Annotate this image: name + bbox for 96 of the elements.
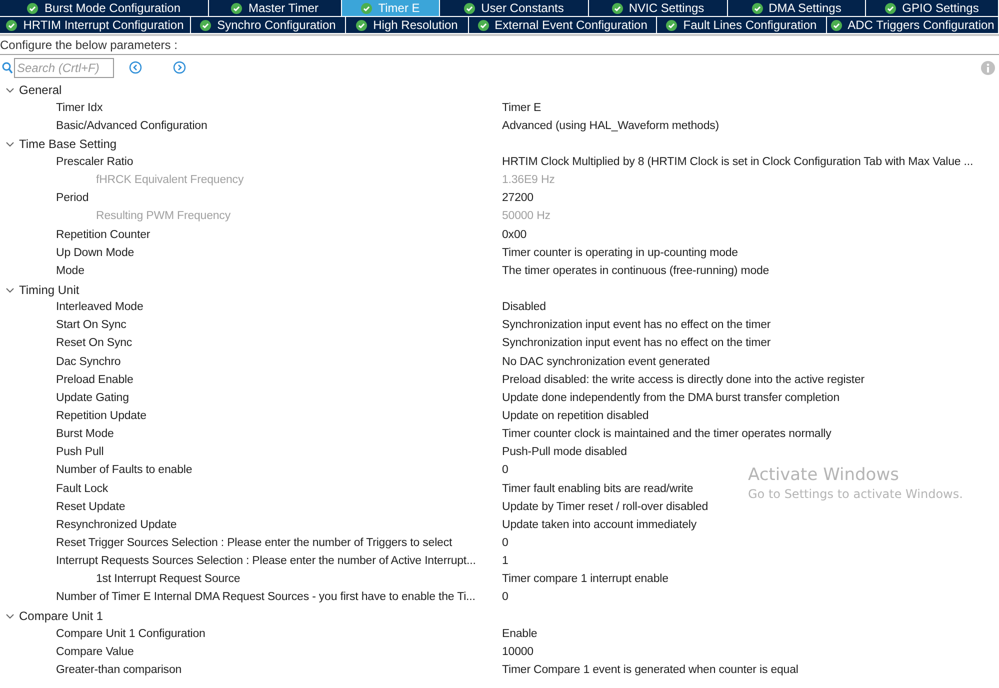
parameter-value[interactable]: 10000: [502, 644, 534, 662]
group-label: Compare Unit 1: [19, 608, 104, 626]
check-icon: [464, 2, 476, 14]
tab[interactable]: Master Timer: [209, 0, 342, 16]
activation-text: Go to Settings to activate Windows.: [748, 488, 963, 500]
parameter-label: Burst Mode: [56, 428, 114, 440]
parameter-value[interactable]: Update taken into account immediately: [502, 516, 696, 534]
parameter-label: Interrupt Requests Sources Selection : Please enter the number of Active Interrupt...: [56, 555, 476, 568]
parameter-value[interactable]: 1: [502, 553, 508, 570]
parameter-value[interactable]: Timer counter is operating in up-counting mode: [502, 244, 738, 262]
tab[interactable]: Synchro Configuration: [191, 17, 346, 33]
parameter-value[interactable]: No DAC synchronization event generated: [502, 354, 710, 371]
tab[interactable]: Burst Mode Configuration: [0, 0, 209, 16]
parameter-value[interactable]: Timer fault enabling bits are read/write: [502, 480, 694, 498]
parameter-label: Dac Synchro: [56, 356, 121, 368]
parameter-label: Basic/Advanced Configuration: [56, 120, 208, 132]
parameter-label: Greater-than comparison: [56, 664, 182, 676]
parameter-value[interactable]: Update done independently from the DMA burst transfer completion: [502, 390, 840, 408]
group-label: General: [19, 82, 62, 100]
group-label: Timing Unit: [19, 282, 80, 299]
parameter-label: Prescaler Ratio: [56, 156, 134, 168]
parameter-label: Reset Update: [56, 500, 126, 513]
previous-icon[interactable]: [129, 61, 142, 74]
check-icon: [478, 20, 489, 30]
parameter-value[interactable]: Advanced (using HAL_Waveform methods): [502, 118, 720, 135]
check-icon: [666, 20, 678, 30]
parameter-label: Start On Sync: [56, 319, 126, 332]
check-icon: [200, 20, 212, 30]
check-icon: [752, 2, 763, 14]
group-label: Time Base Setting: [19, 136, 117, 154]
check-icon: [361, 2, 372, 14]
parameter-label: Interleaved Mode: [56, 301, 144, 314]
parameter-label: fHRCK Equivalent Frequency: [96, 174, 244, 186]
check-icon: [830, 20, 842, 30]
parameter-value[interactable]: 27200: [502, 190, 534, 208]
search-field[interactable]: Search (Crtl+F): [14, 58, 114, 78]
tab[interactable]: DMA Settings: [728, 0, 866, 16]
parameter-value[interactable]: Timer compare 1 interrupt enable: [502, 571, 668, 588]
parameter-label: Push Pull: [56, 446, 104, 458]
parameter-label: Compare Unit 1 Configuration: [56, 628, 206, 640]
parameter-value[interactable]: Disabled: [502, 299, 546, 316]
tab[interactable]: User Constants: [440, 0, 589, 16]
parameter-label: 1st Interrupt Request Source: [96, 573, 240, 586]
tab[interactable]: HRTIM Interrupt Configuration: [0, 17, 191, 33]
parameter-value[interactable]: Enable: [502, 626, 538, 643]
parameter-label: Period: [56, 192, 89, 204]
parameter-value[interactable]: Synchronization input event has no effect on the timer: [502, 335, 771, 353]
check-icon: [6, 20, 18, 30]
check-icon: [231, 2, 242, 14]
parameter-value[interactable]: Update by Timer reset / roll-over disabled: [502, 498, 708, 516]
section-heading: Configure the below parameters :: [0, 37, 178, 54]
parameter-label: Compare Value: [56, 646, 134, 658]
parameter-value[interactable]: 0: [502, 534, 508, 552]
check-icon: [612, 2, 623, 14]
parameter-label: Up Down Mode: [56, 246, 134, 259]
parameter-value[interactable]: 0: [502, 589, 508, 607]
check-icon: [27, 2, 38, 14]
search-icon: [2, 62, 13, 74]
next-icon[interactable]: [173, 61, 186, 74]
parameter-label: Mode: [56, 264, 84, 277]
parameter-label: Repetition Counter: [56, 228, 150, 241]
parameter-value[interactable]: 0: [502, 462, 508, 480]
parameter-label: Resulting PWM Frequency: [96, 210, 230, 222]
parameter-value[interactable]: Timer counter clock is maintained and the timer operates normally: [502, 426, 832, 444]
parameter-value[interactable]: The timer operates in continuous (free-running) mode: [502, 262, 770, 280]
parameter-label: Preload Enable: [56, 374, 134, 386]
tab[interactable]: High Resolution: [346, 17, 469, 33]
chevron-icon[interactable]: [6, 140, 14, 148]
chevron-icon[interactable]: [6, 286, 14, 294]
activation-title: Activate Windows: [748, 467, 900, 484]
parameter-label: Reset Trigger Sources Selection : Please enter the number of Triggers to select: [56, 536, 452, 549]
check-icon: [885, 2, 896, 14]
chevron-icon[interactable]: [6, 612, 14, 620]
parameter-label: Repetition Update: [56, 410, 146, 422]
tab[interactable]: Fault Lines Configuration: [657, 17, 827, 33]
parameter-label: Fault Lock: [56, 482, 108, 495]
parameter-value[interactable]: HRTIM Clock Multiplied by 8 (HRTIM Clock is set in Clock Configuration Tab with Max Value ...: [502, 154, 974, 172]
tab[interactable]: External Event Configuration: [469, 17, 657, 33]
parameter-label: Timer Idx: [56, 102, 103, 114]
tab[interactable]: NVIC Settings: [589, 0, 728, 16]
parameter-label: Update Gating: [56, 392, 129, 404]
check-icon: [356, 20, 368, 30]
parameter-label: Resynchronized Update: [56, 518, 177, 531]
parameter-value[interactable]: Preload disabled: the write access is directly done into the active register: [502, 372, 865, 389]
parameter-value[interactable]: Timer Compare 1 event is generated when counter is equal: [502, 662, 798, 680]
tab[interactable]: GPIO Settings: [866, 0, 999, 16]
parameter-label: Reset On Sync: [56, 337, 132, 350]
parameter-value[interactable]: Push-Pull mode disabled: [502, 444, 627, 462]
parameter-value[interactable]: Timer E: [502, 100, 542, 117]
parameter-label: Number of Timer E Internal DMA Request Sources - you first have to enable the Ti...: [56, 591, 476, 604]
parameter-value[interactable]: 0x00: [502, 226, 527, 244]
parameter-label: Number of Faults to enable: [56, 464, 192, 476]
parameter-value[interactable]: Update on repetition disabled: [502, 408, 649, 426]
chevron-icon[interactable]: [6, 86, 14, 94]
tab[interactable]: ADC Triggers Configuration: [827, 17, 999, 33]
parameter-value[interactable]: Synchronization input event has no effect on the timer: [502, 317, 771, 335]
